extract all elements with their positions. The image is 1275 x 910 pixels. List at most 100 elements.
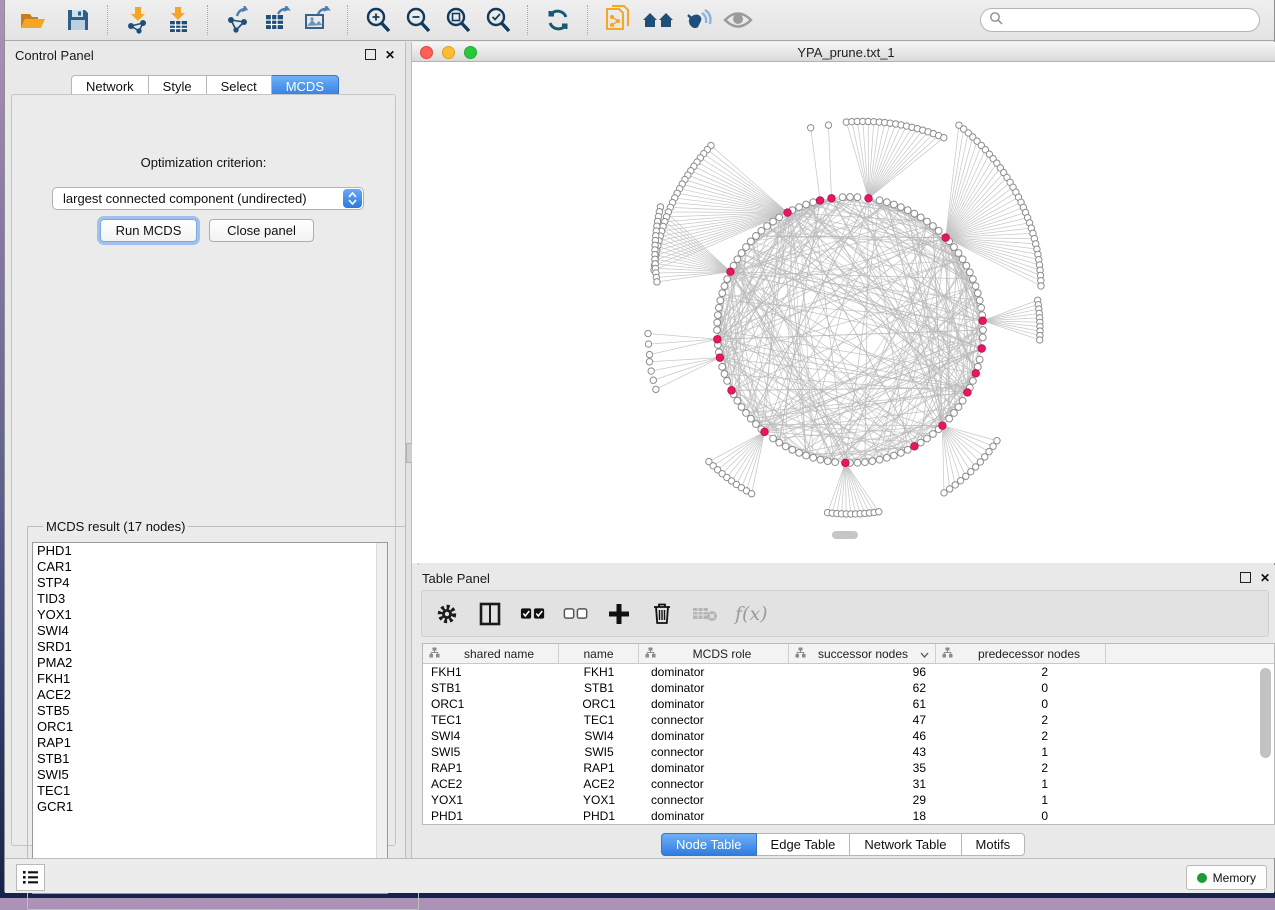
zoom-out-icon[interactable] [401,4,435,36]
table-row[interactable]: PHD1PHD1dominator180 [423,808,1274,824]
zoom-in-icon[interactable] [361,4,395,36]
export-image-icon[interactable] [301,4,335,36]
close-panel-icon[interactable]: ✕ [385,50,395,60]
cell[interactable]: RAP1 [423,761,559,775]
cell[interactable]: 46 [789,729,936,743]
close-panel-button[interactable]: Close panel [209,219,314,242]
tab-node-table[interactable]: Node Table [661,833,757,856]
mcds-result-item[interactable]: ACE2 [33,687,387,703]
network-hscrollbar[interactable] [832,531,858,539]
cell[interactable]: 61 [789,697,936,711]
select-all-icon[interactable] [520,601,546,627]
table-row[interactable]: SWI4SWI4dominator462 [423,728,1274,744]
cell[interactable]: 43 [789,745,936,759]
deselect-all-icon[interactable] [563,601,589,627]
table-row[interactable]: TEC1TEC1connector472 [423,712,1274,728]
cell[interactable]: 1 [936,777,1106,791]
export-table-icon[interactable] [261,4,295,36]
float-panel-icon[interactable] [1240,572,1251,583]
search-input[interactable] [1007,10,1259,30]
network-graph[interactable] [412,62,1275,563]
cell[interactable]: dominator [639,665,789,679]
save-session-icon[interactable] [61,4,95,36]
mcds-result-item[interactable]: SWI5 [33,767,387,783]
cell[interactable]: connector [639,777,789,791]
delete-table-icon[interactable] [692,601,718,627]
column-header-shared-name[interactable]: shared name [423,644,559,663]
table-row[interactable]: RAP1RAP1dominator352 [423,760,1274,776]
cell[interactable]: SWI5 [423,745,559,759]
cell[interactable]: connector [639,745,789,759]
cell[interactable]: PHD1 [559,809,639,823]
table-row[interactable]: SWI5SWI5connector431 [423,744,1274,760]
cell[interactable]: PHD1 [423,809,559,823]
cell[interactable]: 0 [936,681,1106,695]
wave-hand-icon[interactable] [681,4,715,36]
settings-gear-icon[interactable] [434,601,460,627]
tab-edge-table[interactable]: Edge Table [757,833,851,856]
mcds-result-item[interactable]: PHD1 [33,543,387,559]
cell[interactable]: 18 [789,809,936,823]
cell[interactable]: 2 [936,761,1106,775]
cell[interactable]: dominator [639,729,789,743]
column-header-name[interactable]: name [559,644,639,663]
home-pages-icon[interactable] [641,4,675,36]
mcds-result-item[interactable]: SRD1 [33,639,387,655]
column-header-MCDS-role[interactable]: MCDS role [639,644,789,663]
mcds-result-item[interactable]: STP4 [33,575,387,591]
network-view-window[interactable]: YPA_prune.txt_1 [412,42,1275,563]
run-mcds-button[interactable]: Run MCDS [100,219,197,242]
delete-column-icon[interactable] [649,601,675,627]
mcds-result-item[interactable]: RAP1 [33,735,387,751]
table-row[interactable]: ORC1ORC1dominator610 [423,696,1274,712]
cell[interactable]: 96 [789,665,936,679]
column-header-predecessor-nodes[interactable]: predecessor nodes [936,644,1106,663]
clone-network-icon[interactable] [601,4,635,36]
cell[interactable]: connector [639,793,789,807]
export-network-icon[interactable] [221,4,255,36]
table-vscrollbar[interactable] [1260,666,1272,822]
table-row[interactable]: STB1STB1dominator620 [423,680,1274,696]
mcds-result-item[interactable]: FKH1 [33,671,387,687]
cell[interactable]: RAP1 [559,761,639,775]
cell[interactable]: dominator [639,809,789,823]
mcds-result-item[interactable]: CAR1 [33,559,387,575]
mcds-result-item[interactable]: STB1 [33,751,387,767]
cell[interactable]: 62 [789,681,936,695]
search-box[interactable] [980,8,1260,32]
add-column-icon[interactable] [606,601,632,627]
cell[interactable]: connector [639,713,789,727]
mcds-result-item[interactable]: STB5 [33,703,387,719]
cell[interactable]: 2 [936,729,1106,743]
cell[interactable]: ACE2 [559,777,639,791]
cell[interactable]: dominator [639,697,789,711]
scrollbar-thumb[interactable] [1260,668,1271,758]
list-scrollbar[interactable] [376,543,387,893]
column-view-icon[interactable] [477,601,503,627]
cell[interactable]: dominator [639,761,789,775]
cell[interactable]: SWI4 [423,729,559,743]
cell[interactable]: ORC1 [423,697,559,711]
mcds-result-item[interactable]: GCR1 [33,799,387,815]
refresh-layout-icon[interactable] [541,4,575,36]
cell[interactable]: YOX1 [423,793,559,807]
cell[interactable]: SWI5 [559,745,639,759]
mcds-result-item[interactable]: TID3 [33,591,387,607]
cell[interactable]: 0 [936,809,1106,823]
cell[interactable]: SWI4 [559,729,639,743]
cell[interactable]: 35 [789,761,936,775]
table-row[interactable]: FKH1FKH1dominator962 [423,664,1274,680]
table-row[interactable]: ACE2ACE2connector311 [423,776,1274,792]
mcds-result-item[interactable]: PMA2 [33,655,387,671]
cell[interactable]: TEC1 [423,713,559,727]
tab-network-table[interactable]: Network Table [850,833,961,856]
cell[interactable]: STB1 [423,681,559,695]
cell[interactable]: 2 [936,713,1106,727]
table-row[interactable]: YOX1YOX1connector291 [423,792,1274,808]
cell[interactable]: 47 [789,713,936,727]
cell[interactable]: dominator [639,681,789,695]
show-hide-icon[interactable] [721,4,755,36]
mcds-result-item[interactable]: YOX1 [33,607,387,623]
panel-splitter[interactable] [405,42,412,858]
network-view-titlebar[interactable]: YPA_prune.txt_1 [412,42,1275,62]
